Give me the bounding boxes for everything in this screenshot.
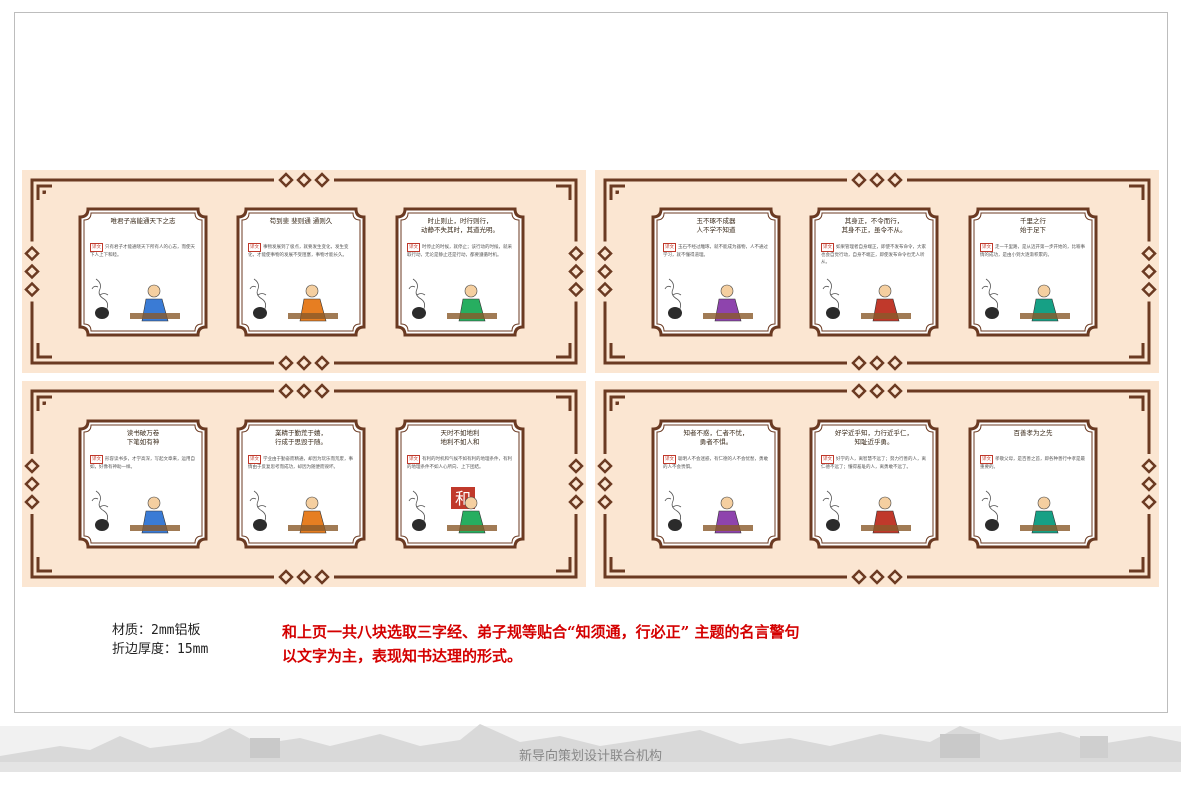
quote-card: 玉不琢不成器 人不学不知道译文 玉石不经过雕琢，就不能成为器物，人不通过学习，就不… [649,205,783,339]
translation-tag: 译文 [980,455,993,464]
board-panel: 玉不琢不成器 人不学不知道 译文 玉石不经过雕琢，就不能成为器物，人不通过学习，就不… [595,170,1159,373]
translation-tag: 译文 [90,455,103,464]
quote-translation: 译文 玉石不经过雕琢，就不能成为器物，人不通过学习，就不懂得道理。 [663,243,769,271]
quote-title: 时止则止，时行则行， 动静不失其时，其道光明。 [421,217,499,234]
quote-card: 唯君子高能通天下之志译文 只有君子才能通晓天下所有人的心志，而使天下人上下和睦。 [76,205,210,339]
translation-text: 事物发展到了极点，就要发生变化，发生变化，才能使事物的发展不受阻塞，事物才能长久… [248,245,349,258]
material-note: 材质：2mm铝板 折边厚度：15mm [112,621,208,659]
quote-title: 業精于勤荒于嬉， 行成于思毁于随。 [275,429,327,446]
translation-text: 好学的人，离智慧不远了；努力行善的人，离仁德不远了；懂得羞耻的人，离勇敢不远了。 [821,457,926,470]
quote-translation: 译文 走一千里路，是从迈开第一步开始的，比喻事情的成功，是由小到大逐渐积累的。 [980,243,1086,271]
translation-text: 聪明人不会迷惑，有仁德的人不会忧愁，勇敢的人不会畏惧。 [663,457,768,470]
organization-name: 新导向策划设计联合机构 [518,749,662,764]
quote-card: 好学近乎知，力行近乎仁， 知耻近乎勇。 译文 好学的人，离智慧不远了；努力行善的人，… [807,417,941,551]
quote-translation: 译文 聪明人不会迷惑，有仁德的人不会忧愁，勇敢的人不会畏惧。 [663,455,769,483]
quote-card: 業精于勤荒于嬉， 行成于思毁于随。译文 学业由于勤奋而精通，却因为玩乐而荒废，事情… [234,417,368,551]
quote-card: 天时不如地利 地利不如人和译文 有利的时机和气候不如有利的地理条件，有利的地理条件… [393,417,527,551]
quote-card: 读书破万卷 下笔如有神译文 形容读书多，才学高深，写起文章来，运用自如，好像有神助… [76,417,210,551]
translation-tag: 译文 [663,243,676,252]
translation-tag: 译文 [663,455,676,464]
quote-translation: 译文 好学的人，离智慧不远了；努力行善的人，离仁德不远了；懂得羞耻的人，离勇敢不远… [821,455,927,483]
quote-card: 知者不惑，仁者不忧， 勇者不惧。 译文 聪明人不会迷惑，有仁德的人不会忧愁，勇敢的人… [649,417,783,551]
translation-text: 有利的时机和气候不如有利的地理条件，有利的地理条件不如人心所向、上下团结。 [407,457,512,470]
translation-tag: 译文 [248,455,261,464]
caption-line-1: 和上页一共八块选取三字经、弟子规等贴合“知须通，行必正” 主题的名言警句 [282,623,800,641]
translation-text: 玉石不经过雕琢，就不能成为器物，人不通过学习，就不懂得道理。 [663,245,768,258]
translation-tag: 译文 [407,455,420,464]
quote-translation: 译文 如果管理者自身端正，即使不发布命令，大家也会自觉行动，自身不端正，即使发布命… [821,243,927,271]
quote-translation: 译文 孝敬父母，是百善之首，即各种善行中孝是最重要的。 [980,455,1086,483]
material-label: 材质：2mm铝板 [112,623,201,638]
quote-card: 千里之行 始于足下译文 走一千里路，是从迈开第一步开始的，比喻事情的成功，是由小到… [966,205,1100,339]
quote-title: 唯君子高能通天下之志 [110,217,176,225]
caption-line-2: 以文字为主，表现知书达理的形式。 [282,647,523,665]
translation-text: 只有君子才能通晓天下所有人的心志，而使天下人上下和睦。 [90,245,195,258]
quote-translation: 译文 只有君子才能通晓天下所有人的心志，而使天下人上下和睦。 [90,243,196,271]
quote-translation: 译文 有利的时机和气候不如有利的地理条件，有利的地理条件不如人心所向、上下团结。 [407,455,513,483]
board-panel: 读书破万卷 下笔如有神 译文 形容读书多，才学高深，写起文章来，运用自如，好像有神助… [22,381,586,587]
translation-text: 走一千里路，是从迈开第一步开始的，比喻事情的成功，是由小到大逐渐积累的。 [980,245,1085,258]
quote-translation: 译文 事物发展到了极点，就要发生变化，发生变化，才能使事物的发展不受阻塞，事物才能… [248,243,354,271]
translation-text: 学业由于勤奋而精通，却因为玩乐而荒废，事情由于反复思考而成功，却因为随便而毁坏。 [248,457,353,470]
fold-thickness-label: 折边厚度：15mm [112,642,209,657]
board-panel: 知者不惑，仁者不忧， 勇者不惧。 译文 聪明人不会迷惑，有仁德的人不会忧愁，勇敢的人… [595,381,1159,587]
quote-title: 玉不琢不成器 人不学不知道 [696,217,736,234]
translation-text: 形容读书多，才学高深，写起文章来，运用自如，好像有神助一样。 [90,457,195,470]
quote-title: 百善孝为之先 [1013,429,1053,437]
quote-card: 时止则止，时行则行， 动静不失其时，其道光明。 译文 时停止的时候，就停止；该行动的… [393,205,527,339]
quote-card: 苟到斐 斐则通 通则久译文 事物发展到了极点，就要发生变化，发生变化，才能使事物的… [234,205,368,339]
translation-tag: 译文 [407,243,420,252]
translation-text: 孝敬父母，是百善之首，即各种善行中孝是最重要的。 [980,457,1085,470]
board-panel: 唯君子高能通天下之志 译文 只有君子才能通晓天下所有人的心志，而使天下人上下和睦。 … [22,170,586,373]
translation-tag: 译文 [821,243,834,252]
quote-title: 其身正，不令而行， 其身不正，虽令不从。 [841,217,907,234]
quote-translation: 译文 学业由于勤奋而精通，却因为玩乐而荒废，事情由于反复思考而成功，却因为随便而毁… [248,455,354,483]
quote-title: 读书破万卷 下笔如有神 [126,429,160,446]
translation-text: 如果管理者自身端正，即使不发布命令，大家也会自觉行动，自身不端正，即使发布命令也… [821,245,926,265]
quote-translation: 译文 形容读书多，才学高深，写起文章来，运用自如，好像有神助一样。 [90,455,196,483]
translation-tag: 译文 [90,243,103,252]
quote-title: 知者不惑，仁者不忧， 勇者不惧。 [683,429,749,446]
quote-title: 苟到斐 斐则通 通则久 [269,217,333,225]
quote-title: 好学近乎知，力行近乎仁， 知耻近乎勇。 [835,429,913,446]
quote-title: 千里之行 始于足下 [1020,217,1046,234]
quote-card: 其身正，不令而行， 其身不正，虽令不从。 译文 如果管理者自身端正，即使不发布命令，… [807,205,941,339]
quote-card: 百善孝为之先译文 孝敬父母，是百善之首，即各种善行中孝是最重要的。 [966,417,1100,551]
quote-title: 天时不如地利 地利不如人和 [440,429,480,446]
description-caption: 和上页一共八块选取三字经、弟子规等贴合“知须通，行必正” 主题的名言警句 以文字… [282,620,799,668]
translation-text: 时停止的时候，就停止；该行动的时候，就采取行动，无论是静止还是行动，都要遵循时机… [407,245,512,258]
translation-tag: 译文 [980,243,993,252]
translation-tag: 译文 [248,243,261,252]
quote-translation: 译文 时停止的时候，就停止；该行动的时候，就采取行动，无论是静止还是行动，都要遵循… [407,243,513,271]
translation-tag: 译文 [821,455,834,464]
